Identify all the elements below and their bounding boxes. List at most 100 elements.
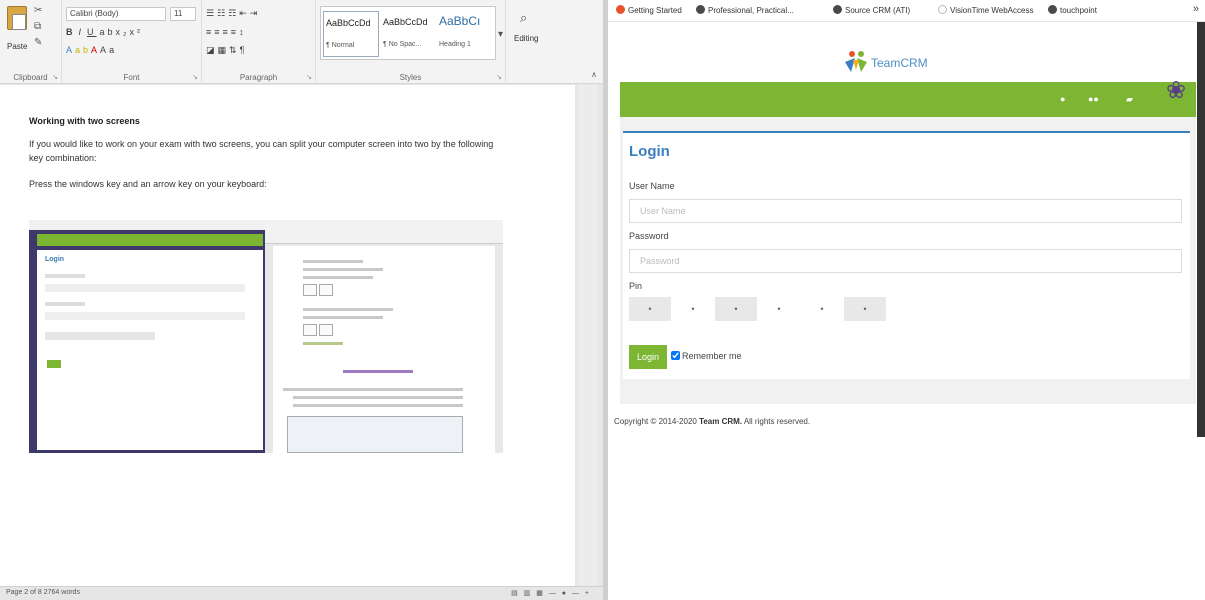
vertical-scrollbar[interactable]	[578, 85, 598, 586]
footer-prefix: Copyright © 2014-2020	[614, 417, 700, 426]
bullets-icon[interactable]: ☰	[206, 8, 217, 18]
logo-text: TeamCRM	[871, 56, 928, 70]
list-row: ☰☷☶⇤⇥	[206, 8, 260, 19]
superscript-icon[interactable]: x²	[130, 27, 144, 37]
shrink-font-icon[interactable]: a	[109, 45, 117, 55]
borders-icon[interactable]: ▦	[218, 45, 230, 55]
font-size-box[interactable]: 11	[170, 7, 196, 21]
bold-icon[interactable]: B	[66, 27, 76, 37]
paragraph-group: ☰☷☶⇤⇥ ≡≡≡≡↕ ◪▦⇅¶ Paragraph ↘	[202, 0, 316, 84]
pin-digit-2[interactable]: •	[672, 297, 714, 321]
cut-icon[interactable]: ✂	[34, 6, 42, 16]
username-input[interactable]	[629, 199, 1182, 223]
bookmark-visiontime[interactable]: VisionTime WebAccess	[938, 5, 1033, 15]
align-center-icon[interactable]: ≡	[214, 27, 222, 37]
thumb-login-card: Login	[37, 250, 263, 450]
username-label: User Name	[629, 181, 675, 191]
editing-button[interactable]: ⌕ Editing	[514, 10, 538, 43]
bookmark-label: Professional, Practical...	[708, 6, 794, 15]
pin-digit-3[interactable]: •	[715, 297, 757, 321]
user-icon[interactable]: ●	[1060, 94, 1065, 104]
dialog-launcher-icon[interactable]: ↘	[52, 73, 58, 81]
thumb-dialog	[287, 416, 463, 453]
copy-icon[interactable]: ⧉	[34, 22, 41, 32]
text-effects-icon[interactable]: A	[66, 45, 75, 55]
bookmark-icon	[938, 5, 947, 14]
highlight-icon[interactable]: ab	[75, 45, 91, 55]
style-name: ¶ Normal	[326, 42, 355, 49]
sort-icon[interactable]: ⇅	[229, 45, 240, 55]
show-marks-icon[interactable]: ¶	[240, 45, 248, 55]
thumb-text	[283, 388, 463, 391]
document-page[interactable]: Working with two screens If you would li…	[0, 85, 575, 586]
gallery-more-icon[interactable]: ▾	[498, 30, 503, 40]
view-zoom-controls[interactable]: ▤ ▥ ▦ — ● — +	[511, 589, 591, 597]
increase-indent-icon[interactable]: ⇥	[250, 8, 261, 18]
collapse-ribbon-icon[interactable]: ∧	[591, 70, 597, 79]
italic-icon[interactable]: I	[79, 27, 85, 37]
shading-icon[interactable]: ◪	[206, 45, 218, 55]
thumb-box	[303, 284, 317, 296]
align-row: ≡≡≡≡↕	[206, 27, 247, 37]
line-spacing-icon[interactable]: ↕	[239, 27, 247, 37]
bookmark-icon	[696, 5, 705, 14]
thumb-box	[319, 324, 333, 336]
bookmarks-more-icon[interactable]: »	[1193, 3, 1199, 15]
multilevel-list-icon[interactable]: ☶	[228, 8, 239, 18]
subscript-icon[interactable]: x₂	[116, 27, 130, 37]
decrease-indent-icon[interactable]: ⇤	[239, 8, 250, 18]
bookmark-touchpoint[interactable]: touchpoint	[1048, 5, 1097, 15]
pin-label: Pin	[629, 281, 643, 291]
pin-digit-6[interactable]: •	[844, 297, 886, 321]
pin-digit-4[interactable]: •	[758, 297, 800, 321]
bookmark-source-crm[interactable]: Source CRM (ATI)	[833, 5, 910, 15]
bookmark-getting-started[interactable]: Getting Started	[616, 5, 682, 15]
format-painter-icon[interactable]: ✎	[34, 38, 42, 48]
grow-font-icon[interactable]: A	[100, 45, 109, 55]
remember-me-label: Remember me	[682, 351, 742, 361]
bookmark-label: touchpoint	[1060, 6, 1097, 15]
justify-icon[interactable]: ≡	[231, 27, 239, 37]
login-button[interactable]: Login	[629, 345, 667, 369]
font-launcher-icon[interactable]: ↘	[192, 73, 198, 81]
style-gallery: AaBbCcDd ¶ Normal AaBbCcDd ¶ No Spac... …	[320, 6, 496, 60]
align-right-icon[interactable]: ≡	[223, 27, 231, 37]
graduation-cap-icon[interactable]: ▰	[1126, 94, 1133, 105]
bookmark-professional[interactable]: Professional, Practical...	[696, 5, 794, 15]
pin-digit-1[interactable]: •	[629, 297, 671, 321]
pin-digit-5[interactable]: •	[801, 297, 843, 321]
doc-paragraph-2: Press the windows key and an arrow key o…	[29, 179, 267, 189]
numbering-icon[interactable]: ☷	[217, 8, 228, 18]
bookmark-icon	[616, 5, 625, 14]
paragraph-launcher-icon[interactable]: ↘	[306, 73, 312, 81]
remember-me-checkbox[interactable]	[671, 351, 680, 360]
search-icon: ⌕	[520, 10, 528, 25]
underline-icon[interactable]: U	[87, 27, 97, 37]
thumb-link	[343, 370, 413, 373]
styles-group: AaBbCcDd ¶ Normal AaBbCcDd ¶ No Spac... …	[316, 0, 506, 84]
paste-icon[interactable]	[7, 6, 27, 30]
doc-paragraph-1: If you would like to work on your exam w…	[29, 139, 494, 163]
bookmark-label: Source CRM (ATI)	[845, 6, 911, 15]
thumb-text	[303, 276, 373, 279]
font-color-icon[interactable]: A	[91, 45, 100, 55]
bookmark-icon	[1048, 5, 1057, 14]
thumb-login-button	[47, 360, 61, 368]
password-input[interactable]	[629, 249, 1182, 273]
style-heading-1[interactable]: AaBbCı Heading 1	[437, 11, 493, 57]
style-name: ¶ No Spac...	[383, 41, 422, 48]
browser-scrollbar[interactable]	[1197, 22, 1205, 437]
bookmarks-bar: Getting Started Professional, Practical.…	[608, 0, 1205, 22]
thumb-green-bar	[37, 234, 263, 246]
style-normal[interactable]: AaBbCcDd ¶ Normal	[323, 11, 379, 57]
users-icon[interactable]: ●●	[1088, 94, 1099, 104]
editing-group[interactable]: ⌕ Editing	[506, 0, 550, 84]
page-word-count[interactable]: Page 2 of 8 2764 words	[6, 589, 80, 596]
login-title: Login	[629, 143, 670, 160]
style-no-spacing[interactable]: AaBbCcDd ¶ No Spac...	[381, 11, 437, 57]
remember-me[interactable]: Remember me	[671, 351, 742, 361]
teamcrm-logo-icon	[845, 51, 867, 72]
strikethrough-icon[interactable]: ab	[100, 27, 116, 37]
font-name-box[interactable]: Calibri (Body)	[66, 7, 166, 21]
styles-launcher-icon[interactable]: ↘	[496, 73, 502, 81]
